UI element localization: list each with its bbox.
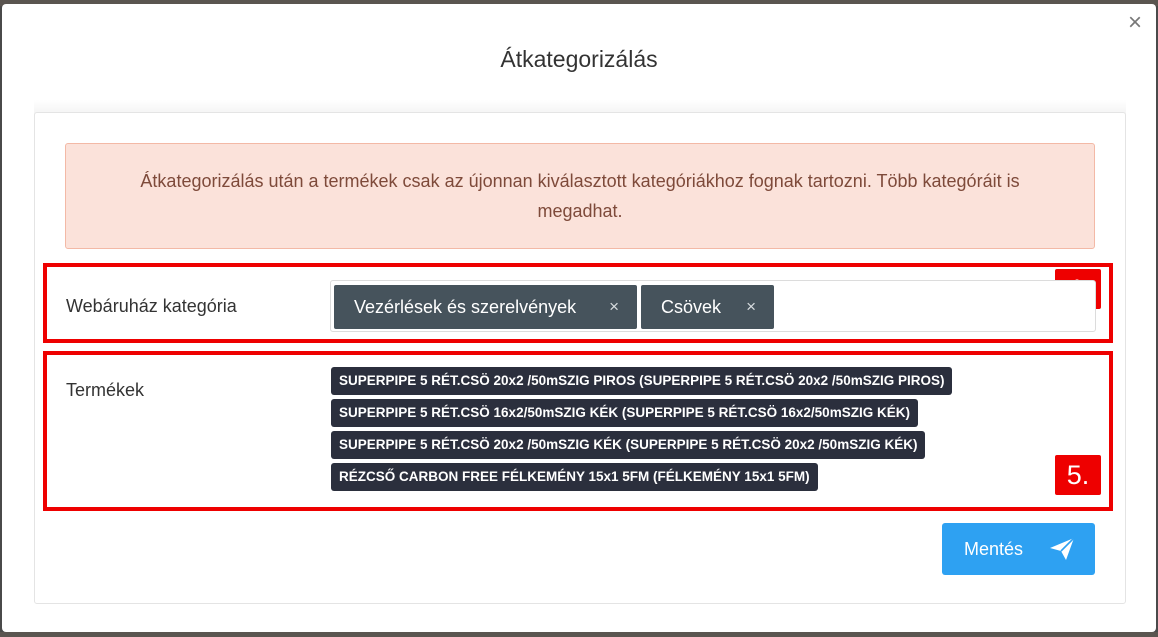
category-field-label: Webáruház kategória [66,296,237,316]
highlight-label-5: 5. [1055,455,1101,495]
chip-remove-icon[interactable]: × [609,285,619,329]
products-field-label: Termékek [66,380,145,400]
product-badge: SUPERPIPE 5 RÉT.CSÖ 16x2/50mSZIG KÉK (SU… [331,399,918,427]
save-button-label: Mentés [964,539,1024,559]
product-badge: SUPERPIPE 5 RÉT.CSÖ 20x2 /50mSZIG KÉK (S… [331,431,926,459]
save-button[interactable]: Mentés [942,523,1095,575]
chip-label: Vezérlések és szerelvények [354,297,577,317]
backdrop-bottom [0,632,1158,637]
recategorize-modal: × Átkategorizálás Átkategorizálás után a… [2,4,1156,632]
product-badge: SUPERPIPE 5 RÉT.CSÖ 20x2 /50mSZIG PIROS … [331,367,953,395]
category-chip: Vezérlések és szerelvények × [334,285,637,329]
paper-plane-icon [1050,537,1075,560]
product-badge: RÉZCSŐ CARBON FREE FÉLKEMÉNY 15x1 5FM (F… [331,463,818,491]
category-select[interactable]: Vezérlések és szerelvények × Csövek × [330,280,1096,332]
close-icon[interactable]: × [1124,11,1146,35]
alert-text: Átkategorizálás után a termékek csak az … [140,171,1020,221]
form-card: Átkategorizálás után a termékek csak az … [34,112,1126,604]
chip-remove-icon[interactable]: × [746,285,756,329]
chip-label: Csövek [661,297,722,317]
modal-title: Átkategorizálás [500,46,658,72]
warning-alert: Átkategorizálás után a termékek csak az … [65,143,1095,249]
category-chip: Csövek × [641,285,774,329]
